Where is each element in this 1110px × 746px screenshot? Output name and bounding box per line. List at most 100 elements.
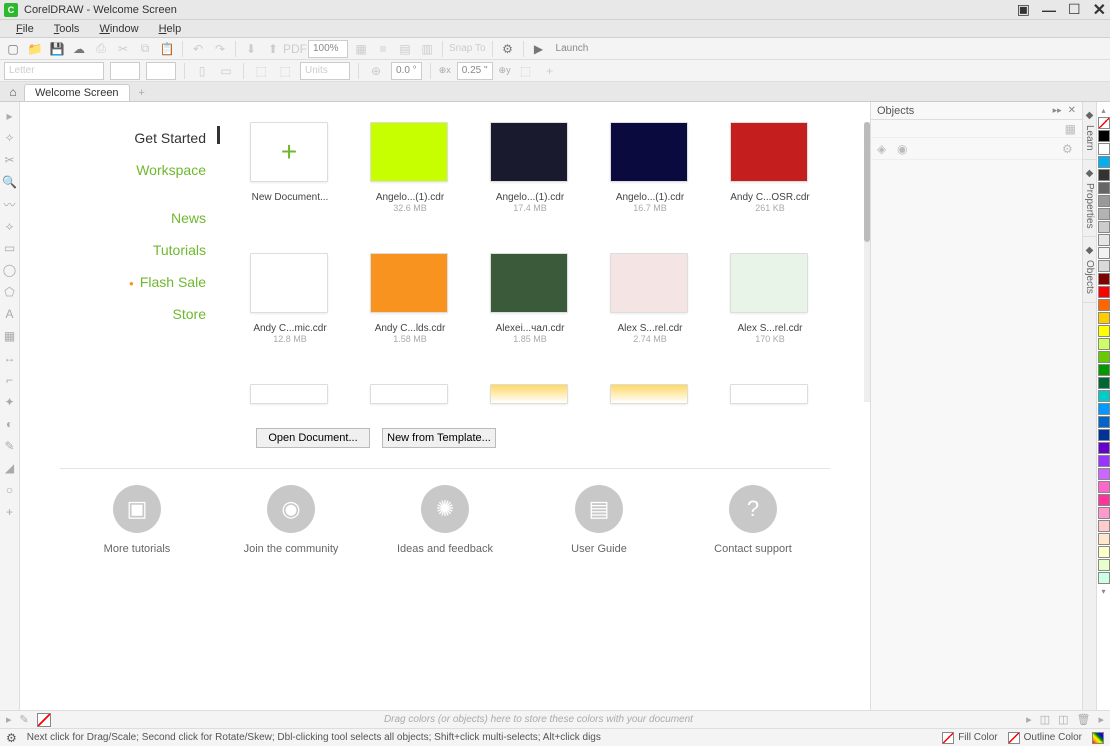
transparency-tool[interactable]: ◐ — [2, 416, 18, 432]
recent-file[interactable]: Alexei...чал.cdr1.85 MB — [490, 253, 570, 344]
palette-trash-b-icon[interactable]: ◫ — [1058, 713, 1068, 726]
close-icon[interactable]: ✕ — [1093, 0, 1106, 20]
maximize-icon[interactable]: ☐ — [1068, 1, 1081, 18]
layer-icon[interactable]: ◈ — [877, 142, 891, 156]
no-fill-swatch[interactable] — [37, 713, 51, 727]
page-size-combo[interactable]: Letter — [4, 62, 104, 80]
palette-next-icon[interactable]: ▸ — [1026, 713, 1032, 726]
file-thumb[interactable] — [610, 253, 688, 313]
page-width-field[interactable] — [110, 62, 140, 80]
file-thumb[interactable] — [730, 122, 808, 182]
palette-trash-a-icon[interactable]: ◫ — [1040, 713, 1050, 726]
nav-store[interactable]: Store — [20, 298, 206, 330]
color-swatch[interactable] — [1098, 572, 1110, 584]
color-swatch[interactable] — [1098, 429, 1110, 441]
docker-options-icon[interactable]: ▦ — [1065, 122, 1076, 136]
units-combo[interactable]: Units — [300, 62, 350, 80]
color-swatch[interactable] — [1098, 221, 1110, 233]
color-swatch[interactable] — [1098, 533, 1110, 545]
text-tool[interactable]: A — [2, 306, 18, 322]
color-swatch[interactable] — [1098, 546, 1110, 558]
palette-prev-icon[interactable]: ▸ — [6, 713, 12, 726]
color-swatch[interactable] — [1098, 494, 1110, 506]
palette-up-icon[interactable]: ▴ — [1097, 104, 1110, 117]
freehand-tool[interactable]: 〰 — [2, 196, 18, 212]
color-swatch[interactable] — [1098, 130, 1110, 142]
page-height-field[interactable] — [146, 62, 176, 80]
menu-window[interactable]: Window — [91, 22, 146, 36]
color-swatch[interactable] — [1098, 182, 1110, 194]
add-tool[interactable]: + — [2, 504, 18, 520]
file-thumb-partial[interactable] — [370, 384, 448, 404]
recent-file[interactable]: Angelo...(1).cdr32.6 MB — [370, 122, 450, 213]
palette-trash-icon[interactable]: 🗑 — [1077, 713, 1091, 726]
sidetab-learn[interactable]: ◆Learn — [1083, 102, 1096, 160]
menu-tools[interactable]: Tools — [46, 22, 88, 36]
options-icon[interactable]: ⚙ — [499, 40, 517, 58]
file-thumb[interactable] — [370, 253, 448, 313]
eyedropper-tool[interactable]: ✎ — [2, 438, 18, 454]
add-tab-icon[interactable]: + — [134, 85, 150, 101]
color-swatch[interactable] — [1098, 208, 1110, 220]
color-swatch[interactable] — [1098, 273, 1110, 285]
file-thumb[interactable] — [610, 122, 688, 182]
fill-tool[interactable]: ◢ — [2, 460, 18, 476]
color-swatch[interactable] — [1098, 520, 1110, 532]
color-swatch[interactable] — [1098, 351, 1110, 363]
docker-gear-icon[interactable]: ⚙ — [1062, 142, 1076, 156]
crop-tool[interactable]: ✂ — [2, 152, 18, 168]
restore-down-icon[interactable]: ▣ — [1017, 1, 1030, 18]
recent-file[interactable]: Angelo...(1).cdr17.4 MB — [490, 122, 570, 213]
home-icon[interactable]: ⌂ — [4, 83, 22, 101]
nav-tutorials[interactable]: Tutorials — [20, 234, 206, 266]
fill-swatch[interactable] — [942, 732, 954, 744]
color-swatch[interactable] — [1098, 442, 1110, 454]
color-swatch[interactable] — [1098, 312, 1110, 324]
sidetab-properties[interactable]: ◆Properties — [1083, 160, 1096, 238]
color-swatch[interactable] — [1098, 390, 1110, 402]
open-document-button[interactable]: Open Document... — [256, 428, 370, 448]
nav-workspace[interactable]: Workspace — [20, 154, 206, 186]
outline-swatch[interactable] — [1008, 732, 1020, 744]
color-swatch[interactable] — [1098, 338, 1110, 350]
color-swatch[interactable] — [1098, 481, 1110, 493]
color-swatch[interactable] — [1098, 247, 1110, 259]
color-swatch[interactable] — [1098, 195, 1110, 207]
menu-file[interactable]: File — [8, 22, 42, 36]
link-ideas-and-feedback[interactable]: ✺Ideas and feedback — [370, 485, 520, 555]
table-tool[interactable]: ▦ — [2, 328, 18, 344]
cloud-icon[interactable]: ☁ — [70, 40, 88, 58]
color-swatch[interactable] — [1098, 559, 1110, 571]
color-swatch[interactable] — [1098, 364, 1110, 376]
file-thumb-partial[interactable] — [250, 384, 328, 404]
color-swatch[interactable] — [1098, 377, 1110, 389]
nav-get-started[interactable]: Get Started — [20, 122, 206, 154]
color-swatch[interactable] — [1098, 286, 1110, 298]
new-document-thumb[interactable]: + — [250, 122, 328, 182]
recent-file[interactable]: Alex S...rel.cdr170 KB — [730, 253, 810, 344]
color-swatch[interactable] — [1098, 156, 1110, 168]
file-thumb-partial[interactable] — [490, 384, 568, 404]
recent-file[interactable]: Alex S...rel.cdr2.74 MB — [610, 253, 690, 344]
polygon-tool[interactable]: ⬠ — [2, 284, 18, 300]
file-thumb[interactable] — [490, 253, 568, 313]
open-icon[interactable]: 📁 — [26, 40, 44, 58]
file-thumb[interactable] — [250, 253, 328, 313]
shape-tool[interactable]: ✧ — [2, 130, 18, 146]
outline-tool[interactable]: ○ — [2, 482, 18, 498]
dimension-tool[interactable]: ↔ — [2, 350, 18, 366]
docker-collapse-icon[interactable]: ▸▸ — [1053, 105, 1062, 116]
effects-tool[interactable]: ✦ — [2, 394, 18, 410]
recent-file[interactable]: Andy C...OSR.cdr261 KB — [730, 122, 810, 213]
zoom-combo[interactable]: 100% — [308, 40, 348, 58]
status-gear-icon[interactable]: ⚙ — [6, 731, 17, 745]
nav-flash-sale[interactable]: Flash Sale — [20, 266, 206, 298]
recent-file[interactable]: Andy C...mic.cdr12.8 MB — [250, 253, 330, 344]
new-from-template-button[interactable]: New from Template... — [382, 428, 496, 448]
color-proof-icon[interactable] — [1092, 732, 1104, 744]
save-icon[interactable]: 💾 — [48, 40, 66, 58]
connector-tool[interactable]: ⌐ — [2, 372, 18, 388]
color-swatch[interactable] — [1098, 143, 1110, 155]
color-swatch[interactable] — [1098, 325, 1110, 337]
minimize-icon[interactable]: — — [1042, 2, 1056, 18]
